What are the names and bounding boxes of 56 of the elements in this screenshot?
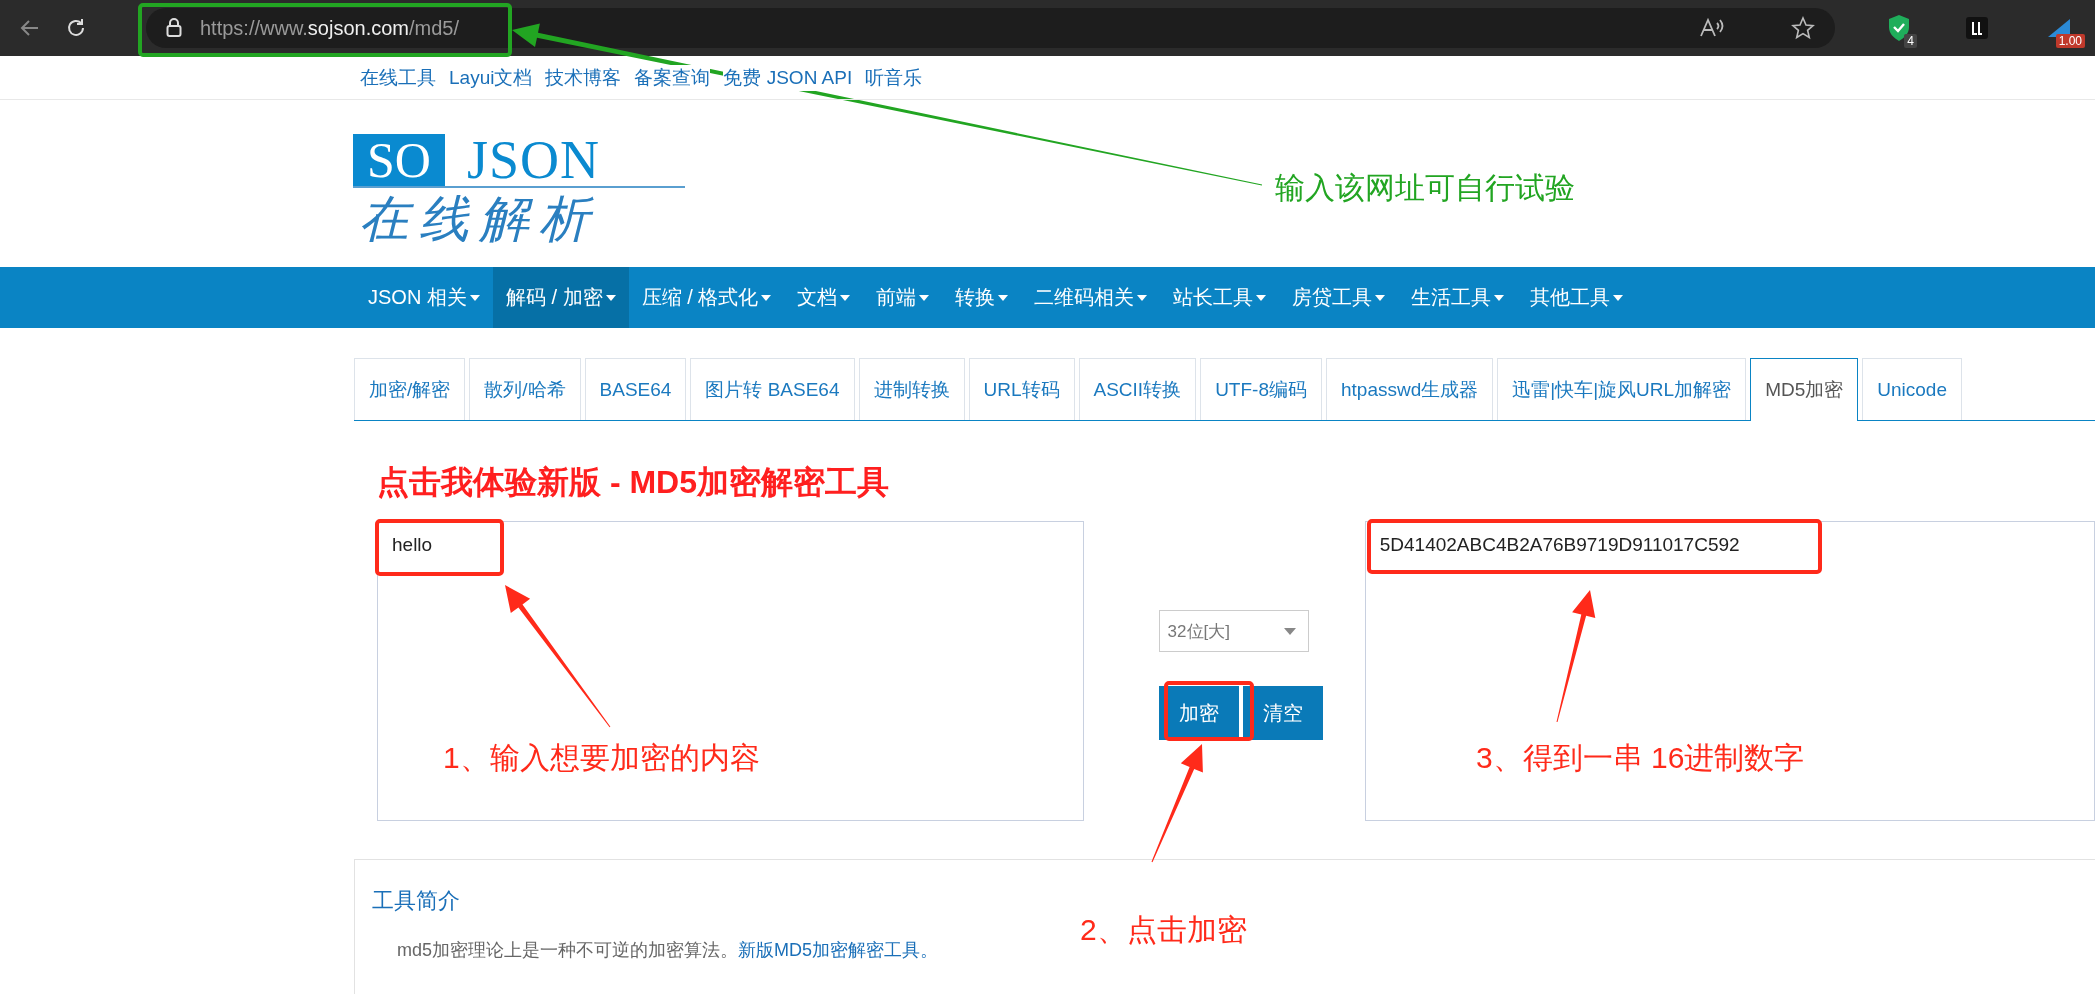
tool-tab[interactable]: 加密/解密 — [354, 358, 466, 420]
annotation-note: 输入该网址可自行试验 — [1275, 170, 1575, 206]
caret-icon — [840, 294, 851, 301]
caret-icon — [761, 294, 772, 301]
caret-icon — [1256, 294, 1267, 301]
nav-menu-item[interactable]: JSON 相关 — [355, 267, 493, 328]
mode-select[interactable]: 32位[大] — [1158, 610, 1309, 652]
nav-menu-item[interactable]: 其他工具 — [1517, 267, 1637, 328]
lock-icon — [166, 18, 182, 38]
intro-sentence: md5加密理论上是一种不可逆的加密算法。新版MD5加密解密工具。 — [397, 939, 939, 962]
tool-tab[interactable]: Unicode — [1862, 358, 1962, 420]
caret-icon — [1283, 627, 1296, 635]
caret-icon — [1613, 294, 1624, 301]
star-icon[interactable] — [1791, 16, 1815, 40]
logo-text: JSON — [466, 134, 600, 186]
tool-tab[interactable]: BASE64 — [584, 358, 687, 420]
nav-menu-item[interactable]: 转换 — [942, 267, 1022, 328]
read-aloud-icon[interactable] — [1699, 17, 1725, 39]
action-button[interactable]: 加密 — [1158, 686, 1239, 740]
tool-tab[interactable]: UTF-8编码 — [1200, 358, 1322, 420]
action-button[interactable]: 清空 — [1242, 686, 1323, 740]
logo-tagline: 在线解析 — [358, 189, 600, 250]
caret-icon — [1375, 294, 1386, 301]
caret-icon — [919, 294, 930, 301]
address-bar[interactable]: https://www.sojson.com/md5/ — [146, 8, 1835, 48]
nav-menu-item[interactable]: 站长工具 — [1160, 267, 1280, 328]
section-title: 工具简介 — [372, 887, 461, 915]
count-badge: 4 — [1904, 34, 1917, 48]
zoom-badge: 1.00 — [2055, 34, 2085, 48]
annotation-note: 3、得到一串 16进制数字 — [1476, 740, 1805, 776]
tool-tab[interactable]: 迅雷|快车|旋风URL加解密 — [1497, 358, 1747, 420]
tool-tab[interactable]: ASCII转换 — [1078, 358, 1197, 420]
tool-tab[interactable]: 散列/哈希 — [469, 358, 581, 420]
nav-menu-item[interactable]: 前端 — [863, 267, 943, 328]
nav-menu-item[interactable]: 房贷工具 — [1279, 267, 1399, 328]
tool-tab[interactable]: 进制转换 — [858, 358, 965, 420]
caret-icon — [1494, 294, 1505, 301]
promo-link[interactable]: 点击我体验新版 - MD5加密解密工具 — [377, 461, 889, 521]
annotation-note: 1、输入想要加密的内容 — [443, 740, 760, 776]
caret-icon — [469, 294, 480, 301]
nav-menu-item[interactable]: 压缩 / 格式化 — [628, 267, 785, 328]
nav-menu-item[interactable]: 解码 / 加密 — [492, 267, 629, 328]
caret-icon — [998, 294, 1009, 301]
nav-menu-item[interactable]: 生活工具 — [1398, 267, 1518, 328]
logo-text: SO — [353, 134, 445, 186]
tool-tab[interactable]: 图片转 BASE64 — [690, 358, 855, 420]
annotation-note: 2、点击加密 — [1080, 912, 1247, 948]
tool-tab[interactable]: htpasswd生成器 — [1325, 358, 1494, 420]
nav-menu-item[interactable]: 二维码相关 — [1021, 267, 1161, 328]
new-version-link[interactable]: 新版MD5加密解密工具。 — [738, 940, 939, 960]
caret-icon — [1137, 294, 1148, 301]
nav-menu-item[interactable]: 文档 — [784, 267, 864, 328]
tool-tab[interactable]: MD5加密 — [1750, 358, 1859, 421]
caret-icon — [605, 294, 616, 301]
extension-icon[interactable] — [1966, 17, 1988, 39]
tool-tab[interactable]: URL转码 — [968, 358, 1075, 420]
